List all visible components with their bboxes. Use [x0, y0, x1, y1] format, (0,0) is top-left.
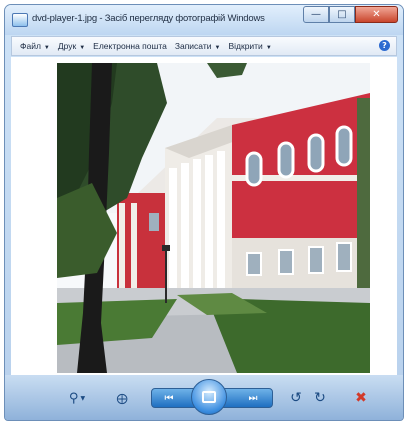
controls-bar: ⚲ ▼ ⨁ ⏮ ⏭ ↺ ↻ ✖ — [5, 375, 403, 420]
photo-image — [57, 63, 370, 373]
actual-size-icon: ⨁ — [116, 391, 128, 405]
title-bar[interactable]: dvd-player-1.jpg - Засіб перегляду фотог… — [5, 5, 403, 35]
maximize-button[interactable]: □ — [329, 6, 355, 23]
rotate-clockwise-button[interactable]: ↻ — [311, 389, 329, 407]
next-icon: ⏭ — [248, 392, 258, 404]
window-controls: — □ ✕ — [303, 6, 398, 23]
maximize-icon: □ — [337, 9, 347, 20]
chevron-down-icon: ▼ — [43, 45, 50, 51]
zoom-button[interactable]: ⚲ ▼ — [63, 389, 91, 407]
menu-open-label: Відкрити — [228, 41, 263, 51]
rotate-counterclockwise-button[interactable]: ↺ — [287, 389, 305, 407]
menu-open[interactable]: Відкрити ▼ — [228, 41, 271, 51]
menu-email[interactable]: Електронна пошта — [93, 41, 167, 51]
previous-button[interactable]: ⏮ — [157, 391, 181, 405]
next-button[interactable]: ⏭ — [241, 391, 265, 405]
chevron-down-icon: ▼ — [265, 45, 272, 51]
chevron-down-icon: ▼ — [214, 45, 221, 51]
close-icon: ✕ — [372, 9, 381, 20]
menu-burn[interactable]: Записати ▼ — [175, 41, 221, 51]
image-viewer — [11, 57, 397, 375]
close-button[interactable]: ✕ — [355, 6, 398, 23]
delete-button[interactable]: ✖ — [351, 388, 371, 408]
menu-file[interactable]: Файл ▼ — [20, 41, 50, 51]
menu-print[interactable]: Друк ▼ — [58, 41, 85, 51]
menu-file-label: Файл — [20, 41, 41, 51]
chevron-down-icon: ▼ — [79, 45, 86, 51]
rotate-counterclockwise-icon: ↺ — [290, 390, 302, 406]
menu-print-label: Друк — [57, 41, 77, 51]
menu-email-label: Електронна пошта — [93, 41, 167, 51]
help-icon[interactable]: ? — [379, 40, 390, 51]
minimize-icon: — — [311, 9, 321, 20]
minimize-button[interactable]: — — [303, 6, 329, 23]
menu-bar: Файл ▼ Друк ▼ Електронна пошта Записати ▼ В… — [11, 36, 397, 56]
actual-size-button[interactable]: ⨁ — [113, 389, 131, 407]
slideshow-icon — [202, 391, 216, 403]
slideshow-button[interactable] — [191, 379, 227, 415]
photo-viewer-window: dvd-player-1.jpg - Засіб перегляду фотог… — [4, 4, 404, 421]
rotate-clockwise-icon: ↻ — [314, 390, 326, 406]
zoom-icon: ⚲ — [68, 390, 79, 406]
chevron-down-icon: ▼ — [80, 394, 86, 402]
delete-icon: ✖ — [355, 390, 367, 406]
window-title: dvd-player-1.jpg - Засіб перегляду фотог… — [32, 13, 265, 24]
previous-icon: ⏮ — [164, 392, 174, 404]
menu-burn-label: Записати — [174, 41, 212, 51]
photo-viewer-icon — [12, 13, 28, 27]
